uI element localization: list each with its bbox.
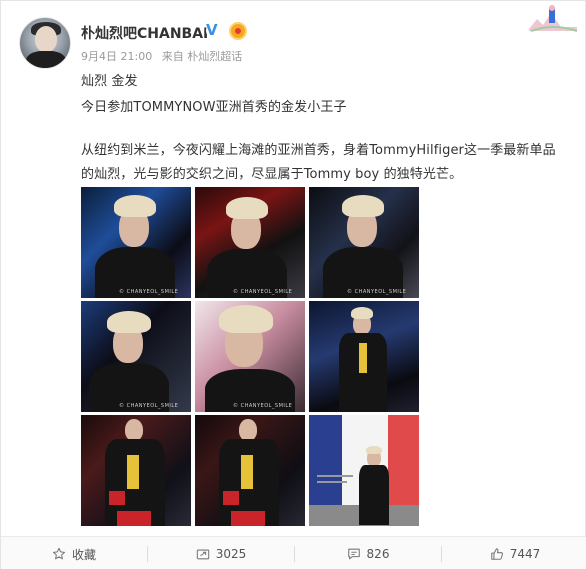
- repost-count: 3025: [215, 547, 247, 561]
- photo-thumbnail[interactable]: © CHANYEOL_SMILE: [81, 301, 191, 412]
- photo-thumbnail[interactable]: [309, 415, 419, 526]
- comment-count: 826: [366, 547, 390, 561]
- weibo-post-card: 朴灿烈吧CHANBAR V 9月4日 21:00 来自 朴灿烈超话 灿烈 金发 …: [0, 0, 586, 569]
- comment-button[interactable]: 826: [295, 537, 441, 569]
- medal-badge-icon[interactable]: [229, 22, 247, 40]
- like-button[interactable]: 7447: [442, 537, 586, 569]
- like-count: 7447: [509, 547, 541, 561]
- favorite-button[interactable]: 收藏: [1, 537, 147, 569]
- photo-thumbnail[interactable]: [195, 415, 305, 526]
- avatar[interactable]: [19, 17, 71, 69]
- post-text-line: 从纽约到米兰，今夜闪耀上海滩的亚洲首秀，身着TommyHilfiger这一季最新…: [81, 143, 556, 158]
- photo-grid: © CHANYEOL_SMILE © CHANYEOL_SMILE © CHAN…: [81, 187, 419, 526]
- post-text-line: 灿烈 金发: [81, 74, 138, 89]
- favorite-label: 收藏: [71, 547, 96, 562]
- repost-icon: [196, 549, 209, 560]
- username-link[interactable]: 朴灿烈吧CHANBAR: [81, 23, 214, 43]
- comment-icon: [347, 548, 360, 560]
- photo-thumbnail[interactable]: © CHANYEOL_SMILE: [195, 301, 305, 412]
- source-prefix: 来自: [161, 50, 184, 63]
- verified-badge-icon[interactable]: V: [206, 22, 223, 39]
- action-bar: 收藏 3025 826 7447: [1, 536, 586, 569]
- photo-thumbnail[interactable]: [81, 415, 191, 526]
- photo-thumbnail[interactable]: [309, 301, 419, 412]
- post-meta: 9月4日 21:00 来自 朴灿烈超话: [81, 48, 242, 64]
- photo-thumbnail[interactable]: © CHANYEOL_SMILE: [309, 187, 419, 298]
- repost-button[interactable]: 3025: [148, 537, 294, 569]
- photo-thumbnail[interactable]: © CHANYEOL_SMILE: [81, 187, 191, 298]
- post-timestamp[interactable]: 9月4日 21:00: [81, 50, 152, 63]
- source-link[interactable]: 朴灿烈超话: [187, 50, 242, 63]
- post-text-line: 的灿烈，光与影的交织之间，尽显属于Tommy boy 的独特光芒。: [81, 167, 463, 182]
- decorative-illustration-icon: [529, 5, 578, 32]
- post-text-line: 今日参加TOMMYNOW亚洲首秀的金发小王子: [81, 100, 347, 115]
- thumbs-up-icon: [490, 548, 503, 560]
- photo-thumbnail[interactable]: © CHANYEOL_SMILE: [195, 187, 305, 298]
- star-icon: [52, 547, 66, 560]
